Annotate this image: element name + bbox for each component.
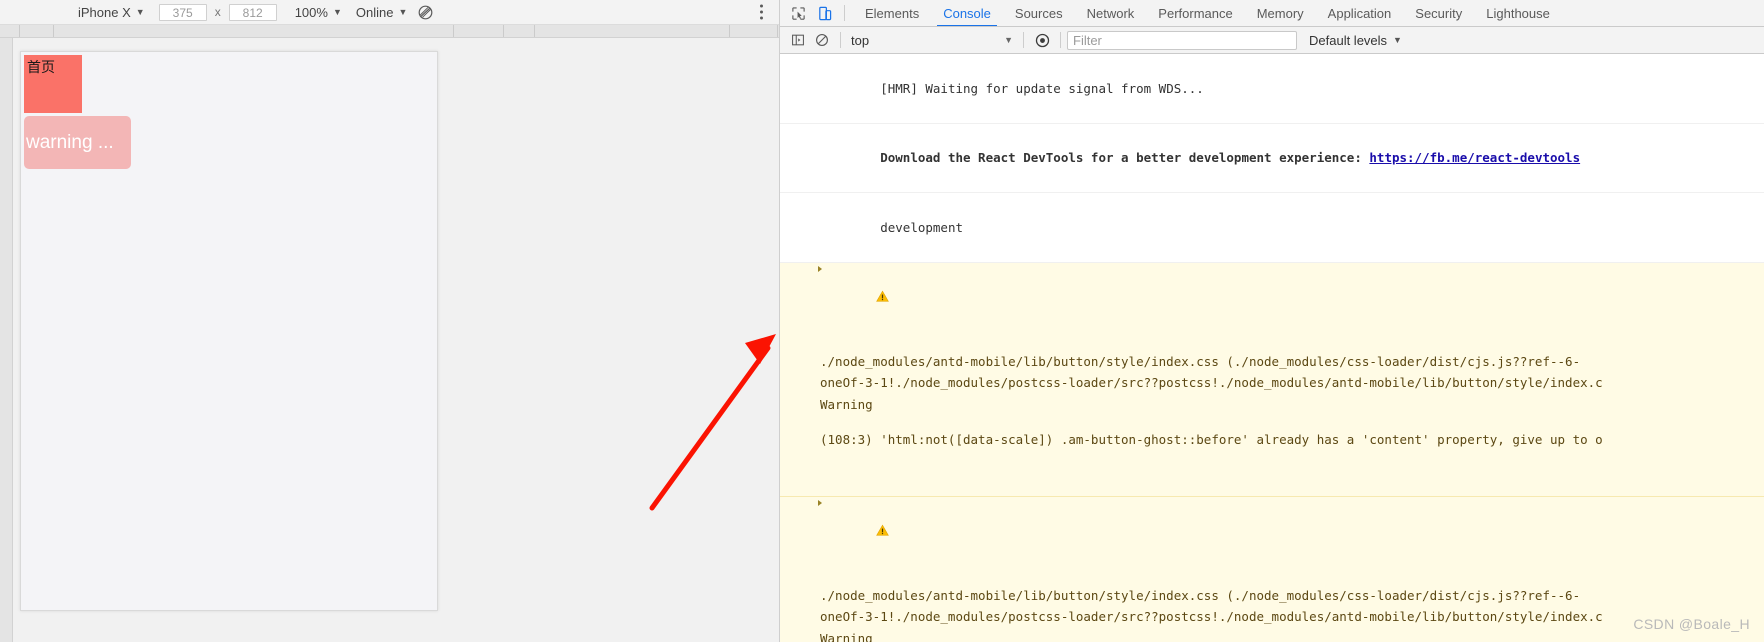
- dimension-separator: x: [214, 5, 221, 19]
- warning-line-2: oneOf-3-1!./node_modules/postcss-loader/…: [820, 609, 1603, 624]
- warning-line-3: Warning: [820, 396, 873, 412]
- warning-line-gap: [820, 415, 1764, 429]
- device-toolbar-more-options-icon[interactable]: [760, 4, 763, 20]
- console-message-text: development: [880, 219, 964, 235]
- page-scrollbar[interactable]: [427, 52, 437, 610]
- device-selector-label: iPhone X: [78, 4, 131, 20]
- tab-memory[interactable]: Memory: [1245, 0, 1316, 26]
- inspect-element-icon[interactable]: [786, 1, 810, 25]
- tab-sources[interactable]: Sources: [1003, 0, 1075, 26]
- console-warning-body: ./node_modules/antd-mobile/lib/button/st…: [820, 332, 1764, 451]
- browser-devtools-window: iPhone X ▼ 375 x 812 100% ▼ Online ▼ 首页 …: [0, 0, 1764, 642]
- tab-application[interactable]: Application: [1316, 0, 1404, 26]
- warning-tile[interactable]: warning ...: [24, 116, 131, 169]
- emulated-page-viewport[interactable]: 首页 warning ...: [20, 51, 438, 611]
- console-filter-input[interactable]: [1067, 30, 1297, 50]
- warning-line-2: oneOf-3-1!./node_modules/postcss-loader/…: [820, 375, 1603, 390]
- tab-elements[interactable]: Elements: [853, 0, 931, 26]
- console-warning-body: ./node_modules/antd-mobile/lib/button/st…: [820, 566, 1764, 642]
- zoom-selector[interactable]: 100% ▼: [295, 5, 342, 20]
- network-throttle-selector[interactable]: Online ▼: [356, 5, 408, 20]
- tab-network[interactable]: Network: [1075, 0, 1147, 26]
- vertical-ruler: [0, 38, 13, 642]
- devtools-tabbar: Elements Console Sources Network Perform…: [780, 0, 1764, 27]
- device-canvas: 首页 warning ...: [0, 38, 779, 642]
- log-levels-label: Default levels: [1309, 32, 1388, 48]
- console-sidebar-icon[interactable]: [786, 29, 810, 51]
- log-levels-selector[interactable]: Default levels ▼: [1309, 33, 1402, 48]
- tabbar-divider: [844, 5, 845, 21]
- console-message[interactable]: [HMR] Waiting for update signal from WDS…: [780, 54, 1764, 124]
- zoom-selector-label: 100%: [294, 4, 328, 20]
- network-throttle-label: Online: [355, 4, 394, 20]
- execution-context-selector[interactable]: top ▼: [847, 31, 1017, 50]
- live-expression-icon[interactable]: [1030, 29, 1054, 51]
- warning-line-1: ./node_modules/antd-mobile/lib/button/st…: [820, 587, 1581, 603]
- console-toolbar: top ▼ Default levels ▼: [780, 27, 1764, 54]
- chevron-down-icon: ▼: [1004, 35, 1013, 45]
- clear-console-icon[interactable]: [810, 29, 834, 51]
- console-message-list[interactable]: [HMR] Waiting for update signal from WDS…: [780, 54, 1764, 642]
- chevron-down-icon: ▼: [1393, 35, 1402, 45]
- warning-line-3: Warning: [820, 630, 873, 642]
- tab-console[interactable]: Console: [931, 0, 1003, 26]
- warning-icon: [801, 501, 890, 536]
- tab-security[interactable]: Security: [1403, 0, 1474, 26]
- chevron-down-icon: ▼: [332, 7, 342, 17]
- execution-context-value: top: [851, 32, 870, 48]
- warning-line-1: ./node_modules/antd-mobile/lib/button/st…: [820, 353, 1581, 369]
- console-message-text: Download the React DevTools for a better…: [880, 150, 1370, 165]
- console-message[interactable]: Download the React DevTools for a better…: [780, 123, 1764, 193]
- viewport-height-input[interactable]: 812: [228, 3, 277, 21]
- expand-arrow-icon[interactable]: [818, 499, 822, 506]
- console-message[interactable]: development: [780, 193, 1764, 263]
- device-emulation-pane: iPhone X ▼ 375 x 812 100% ▼ Online ▼ 首页 …: [0, 0, 780, 642]
- home-tile[interactable]: 首页: [24, 55, 82, 113]
- console-toolbar-divider-2: [1023, 32, 1024, 48]
- horizontal-ruler: [0, 25, 779, 38]
- tab-performance[interactable]: Performance: [1146, 0, 1244, 26]
- console-toolbar-divider: [840, 32, 841, 48]
- device-selector[interactable]: iPhone X ▼: [78, 5, 145, 20]
- console-warning-message[interactable]: ./node_modules/antd-mobile/lib/button/st…: [780, 496, 1764, 642]
- no-throttling-icon[interactable]: [417, 4, 434, 21]
- toggle-device-toolbar-icon[interactable]: [812, 1, 836, 25]
- console-warning-message[interactable]: ./node_modules/antd-mobile/lib/button/st…: [780, 262, 1764, 497]
- console-toolbar-divider-3: [1060, 32, 1061, 48]
- warning-icon: [801, 267, 890, 302]
- devtools-panel: Elements Console Sources Network Perform…: [780, 0, 1764, 642]
- viewport-width-input[interactable]: 375: [158, 3, 207, 21]
- device-toolbar: iPhone X ▼ 375 x 812 100% ▼ Online ▼: [0, 0, 779, 25]
- warning-line-4: (108:3) 'html:not([data-scale]) .am-butt…: [820, 432, 1603, 447]
- expand-arrow-icon[interactable]: [818, 265, 822, 272]
- chevron-down-icon: ▼: [135, 7, 145, 17]
- chevron-down-icon: ▼: [398, 7, 408, 17]
- react-devtools-link[interactable]: https://fb.me/react-devtools: [1369, 150, 1580, 165]
- tab-lighthouse[interactable]: Lighthouse: [1474, 0, 1562, 26]
- console-message-text: [HMR] Waiting for update signal from WDS…: [880, 80, 1204, 96]
